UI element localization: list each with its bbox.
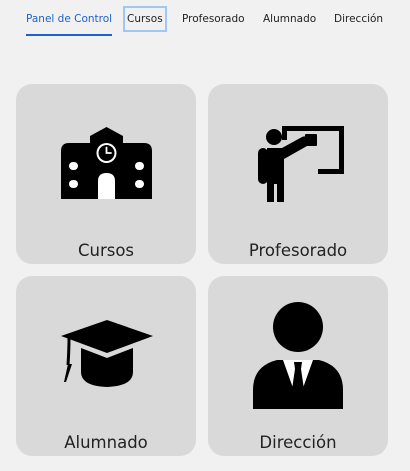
tab-alumnado[interactable]: Alumnado bbox=[263, 8, 316, 30]
card-alumnado[interactable]: Alumnado bbox=[16, 276, 196, 456]
card-label: Dirección bbox=[259, 433, 337, 452]
card-direccion[interactable]: Dirección bbox=[208, 276, 388, 456]
card-label: Alumnado bbox=[64, 433, 148, 452]
manager-icon bbox=[208, 276, 388, 421]
graduation-cap-icon bbox=[16, 276, 196, 421]
tab-direccion[interactable]: Dirección bbox=[334, 8, 383, 30]
tab-cursos[interactable]: Cursos bbox=[123, 6, 167, 32]
teacher-icon bbox=[208, 84, 388, 229]
school-icon bbox=[16, 84, 196, 229]
card-cursos[interactable]: Cursos bbox=[16, 84, 196, 264]
card-profesorado[interactable]: Profesorado bbox=[208, 84, 388, 264]
top-nav: Panel de Control Cursos Profesorado Alum… bbox=[0, 0, 410, 40]
card-label: Profesorado bbox=[248, 241, 348, 260]
card-label: Cursos bbox=[77, 241, 135, 260]
tab-panel-de-control[interactable]: Panel de Control bbox=[26, 8, 113, 36]
tab-profesorado[interactable]: Profesorado bbox=[182, 8, 245, 30]
